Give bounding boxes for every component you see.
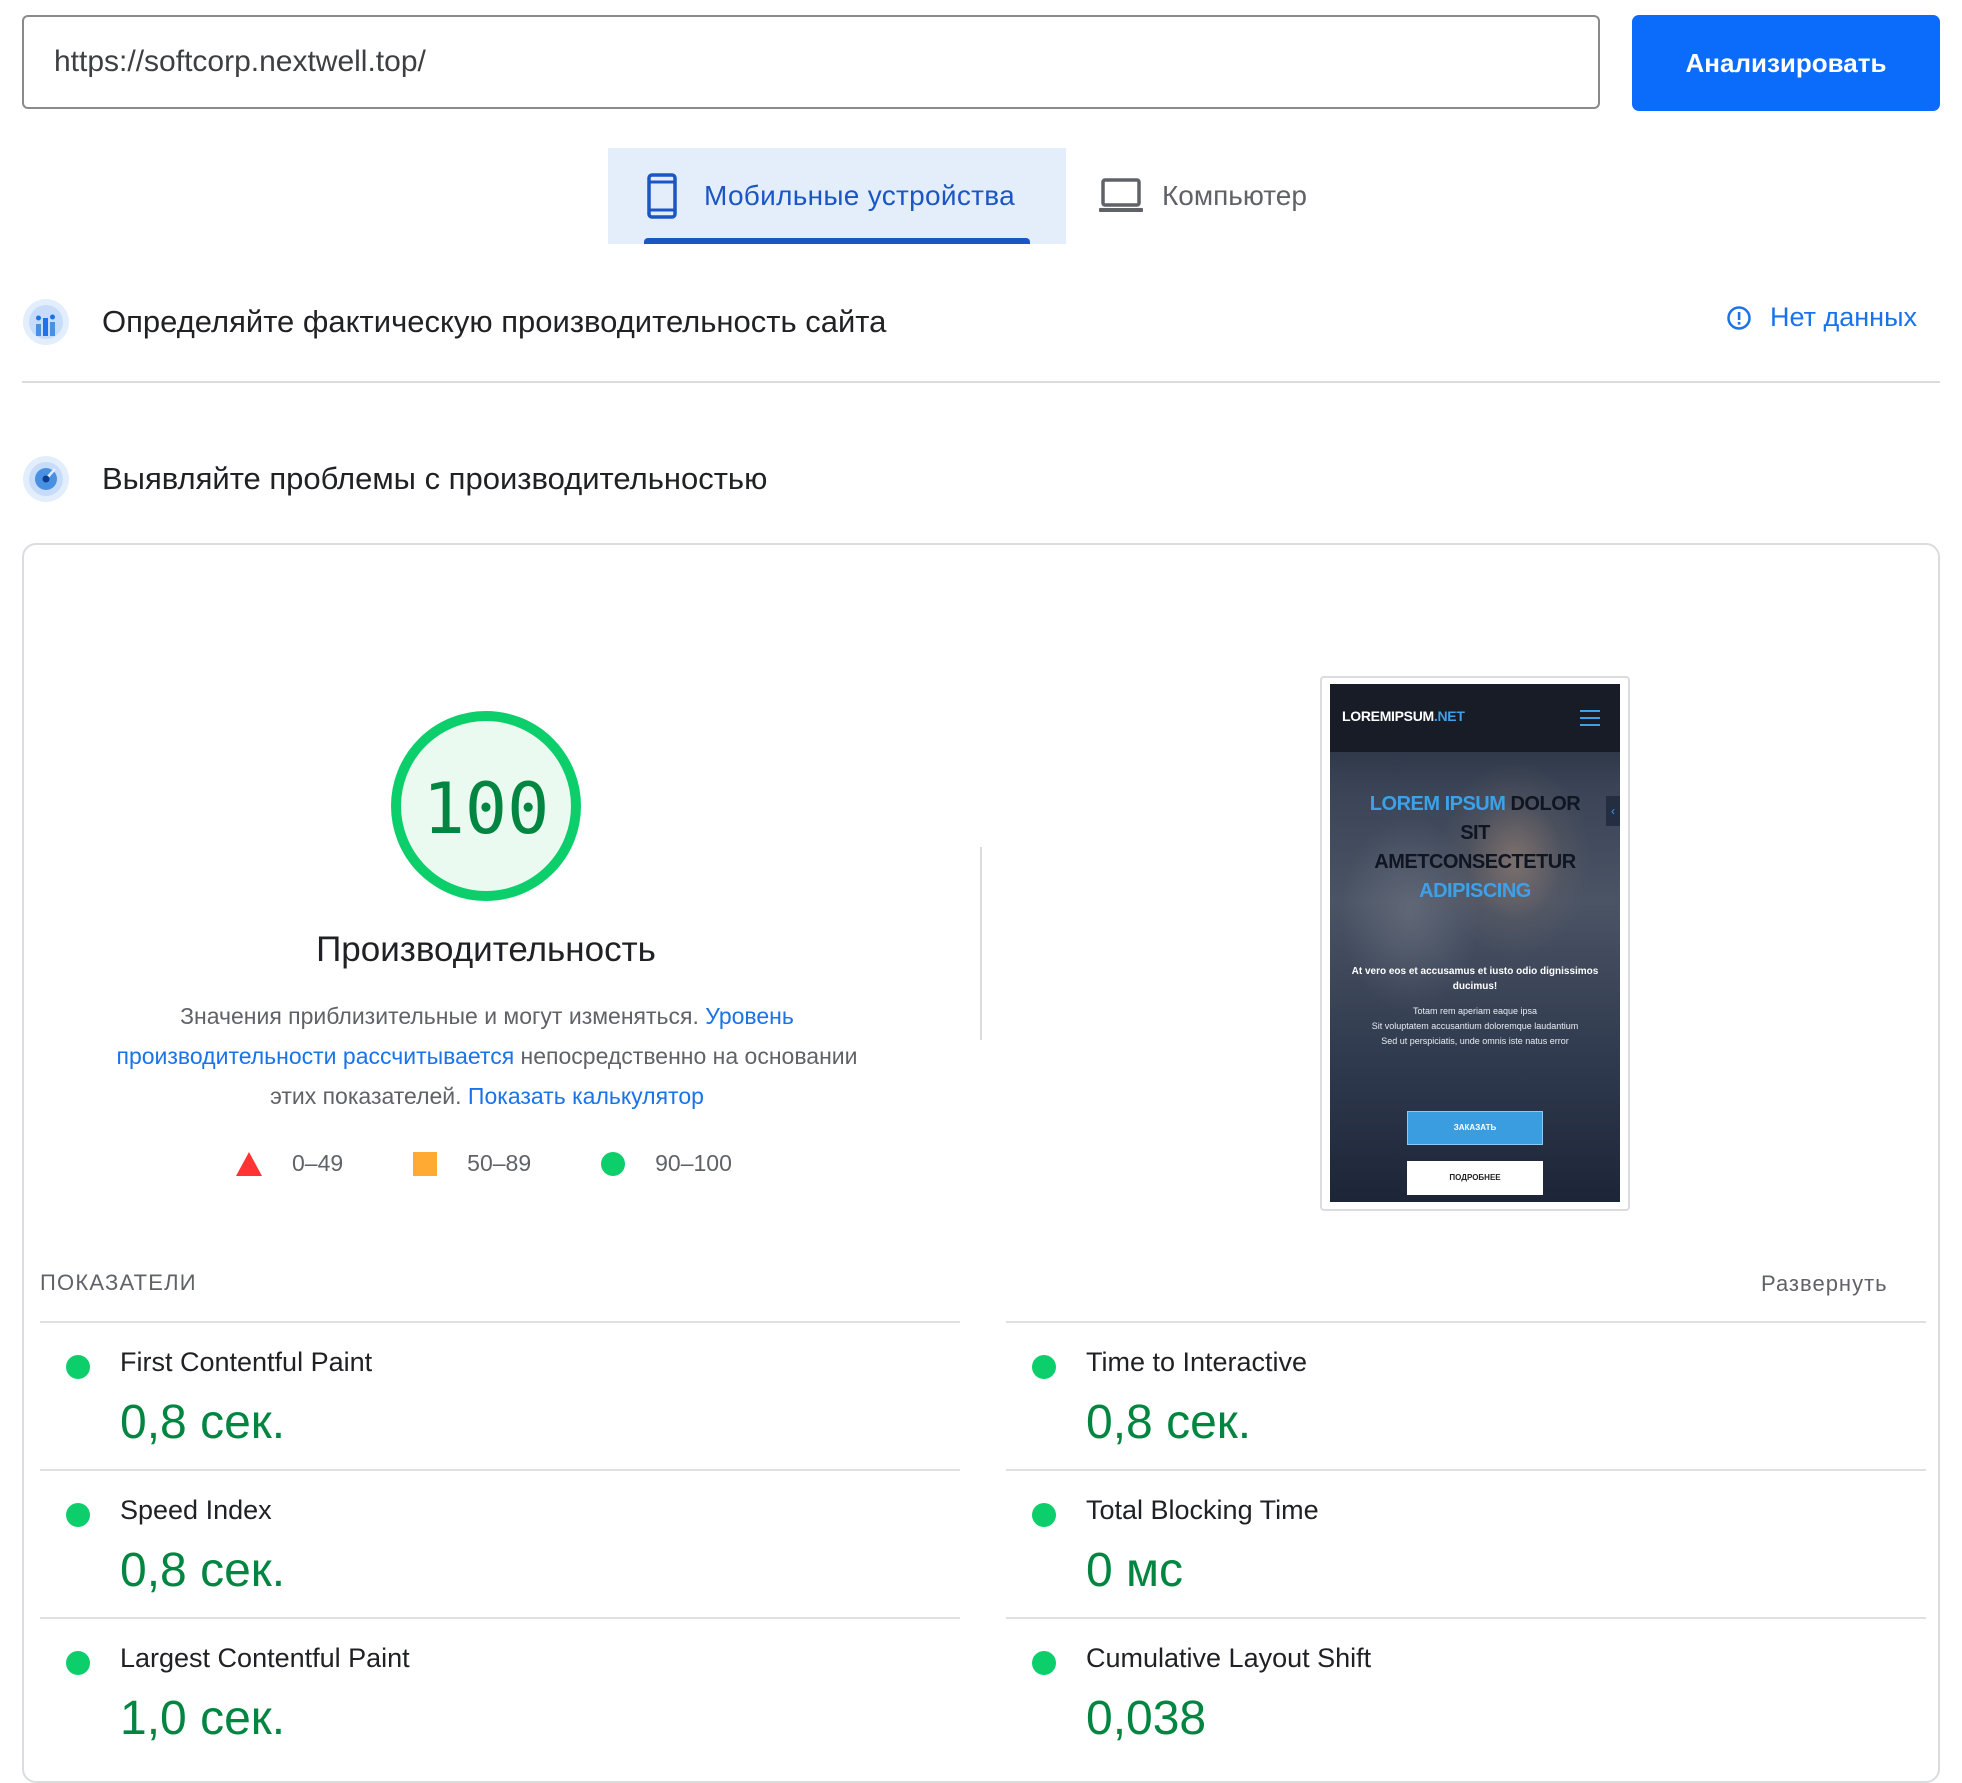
screenshot-body-text: Totam rem aperiam eaque ipsa Sit volupta… <box>1350 1004 1600 1049</box>
pass-circle-icon <box>1032 1651 1056 1675</box>
tab-active-indicator <box>644 238 1030 244</box>
metric-name: Cumulative Layout Shift <box>1086 1643 1372 1673</box>
expand-toggle[interactable]: Развернуть <box>1761 1271 1888 1297</box>
pass-circle-icon <box>601 1151 626 1176</box>
metric-value: 1,0 сек. <box>120 1692 286 1745</box>
field-data-header: Определяйте фактическую производительнос… <box>22 298 886 346</box>
metric-name: Largest Contentful Paint <box>120 1643 410 1673</box>
legend-item-pass: 90–100 <box>601 1150 732 1177</box>
tab-mobile[interactable]: Мобильные устройства <box>608 148 1066 244</box>
tab-desktop-label: Компьютер <box>1162 180 1307 211</box>
laptop-icon <box>1099 178 1143 212</box>
performance-score: 100 <box>423 768 549 850</box>
legend-range-fail: 0–49 <box>292 1150 344 1176</box>
screenshot-line-1: Totam rem aperiam eaque ipsa <box>1412 1006 1538 1016</box>
legend-item-fail: 0–49 <box>236 1150 343 1177</box>
hero-blue-1: LOREM IPSUM <box>1369 793 1506 815</box>
page-screenshot: LOREMIPSUM.NET ‹ LOREM IPSUM DOLOR SIT A… <box>1330 684 1620 1202</box>
hero-blue-2: ADIPISCING <box>1419 880 1531 902</box>
screenshot-more-button: ПОДРОБНЕЕ <box>1407 1161 1543 1195</box>
info-icon <box>1727 305 1751 330</box>
legend-range-average: 50–89 <box>467 1150 532 1176</box>
screenshot-line-3: Sed ut perspiciatis, unde omnis iste nat… <box>1381 1036 1569 1046</box>
metric-value: 0,8 сек. <box>120 1396 286 1449</box>
metric-total-blocking-time: Total Blocking Time 0 мс <box>1006 1471 1906 1611</box>
pass-circle-icon <box>66 1651 90 1675</box>
legend-item-average: 50–89 <box>413 1150 531 1177</box>
average-square-icon <box>413 1151 438 1176</box>
metric-cumulative-layout-shift: Cumulative Layout Shift 0,038 <box>1006 1619 1906 1759</box>
url-input[interactable] <box>22 15 1600 109</box>
performance-description: Значения приблизительные и могут изменят… <box>92 996 882 1116</box>
metric-value: 0 мс <box>1086 1544 1184 1597</box>
field-data-icon <box>23 299 69 345</box>
no-data-label: Нет данных <box>1770 302 1917 332</box>
hero-dark-3: AMETCONSECTETUR <box>1374 851 1576 873</box>
tab-mobile-label: Мобильные устройства <box>704 180 1016 211</box>
metric-value: 0,8 сек. <box>120 1544 286 1597</box>
show-calculator-link[interactable]: Показать калькулятор <box>468 1083 704 1109</box>
tab-desktop[interactable]: Компьютер <box>1098 148 1338 244</box>
analyze-button[interactable]: Анализировать <box>1632 15 1940 111</box>
pass-circle-icon <box>66 1503 90 1527</box>
pass-circle-icon <box>66 1355 90 1379</box>
screenshot-subtitle: At vero eos et accusamus et iusto odio d… <box>1351 966 1599 992</box>
screenshot-logo-accent: .NET <box>1433 708 1465 724</box>
screenshot-logo: LOREMIPSUM.NET <box>1342 708 1465 724</box>
metric-name: Total Blocking Time <box>1086 1495 1319 1525</box>
score-legend: 0–49 50–89 90–100 <box>236 1150 802 1177</box>
metric-first-contentful-paint: First Contentful Paint 0,8 сек. <box>40 1323 940 1463</box>
fail-triangle-icon <box>236 1151 262 1176</box>
lab-data-header: Выявляйте проблемы с производительностью <box>22 455 767 503</box>
no-data-link[interactable]: Нет данных <box>1726 302 1917 333</box>
vertical-divider <box>980 847 982 1040</box>
performance-title: Производительность <box>316 930 656 969</box>
screenshot-hero-title: LOREM IPSUM DOLOR SIT AMETCONSECTETUR AD… <box>1330 790 1620 906</box>
metric-name: Time to Interactive <box>1086 1347 1308 1377</box>
smartphone-icon <box>647 173 677 219</box>
metrics-section-label: ПОКАЗАТЕЛИ <box>40 1270 197 1295</box>
screenshot-order-button: ЗАКАЗАТЬ <box>1407 1111 1543 1145</box>
metric-name: First Contentful Paint <box>120 1347 373 1377</box>
metric-value: 0,038 <box>1086 1692 1207 1745</box>
pass-circle-icon <box>1032 1355 1056 1379</box>
metric-value: 0,8 сек. <box>1086 1396 1252 1449</box>
hero-dark-2: SIT <box>1460 822 1490 844</box>
legend-range-pass: 90–100 <box>655 1150 732 1176</box>
hero-dark-1: DOLOR <box>1510 793 1581 815</box>
section-divider <box>22 381 1940 383</box>
lab-data-title: Выявляйте проблемы с производительностью <box>102 461 768 496</box>
field-data-title: Определяйте фактическую производительнос… <box>102 304 887 339</box>
performance-score-gauge: 100 <box>391 711 581 901</box>
metric-name: Speed Index <box>120 1495 272 1525</box>
screenshot-menu-icon <box>1580 710 1600 726</box>
metric-speed-index: Speed Index 0,8 сек. <box>40 1471 940 1611</box>
metric-time-to-interactive: Time to Interactive 0,8 сек. <box>1006 1323 1906 1463</box>
screenshot-line-2: Sit voluptatem accusantium doloremque la… <box>1371 1021 1579 1031</box>
desc-text-1: Значения приблизительные и могут изменят… <box>180 1003 699 1029</box>
metric-largest-contentful-paint: Largest Contentful Paint 1,0 сек. <box>40 1619 940 1759</box>
pass-circle-icon <box>1032 1503 1056 1527</box>
screenshot-logo-main: LOREMIPSUM <box>1342 708 1434 724</box>
diagnostics-icon <box>23 456 69 502</box>
